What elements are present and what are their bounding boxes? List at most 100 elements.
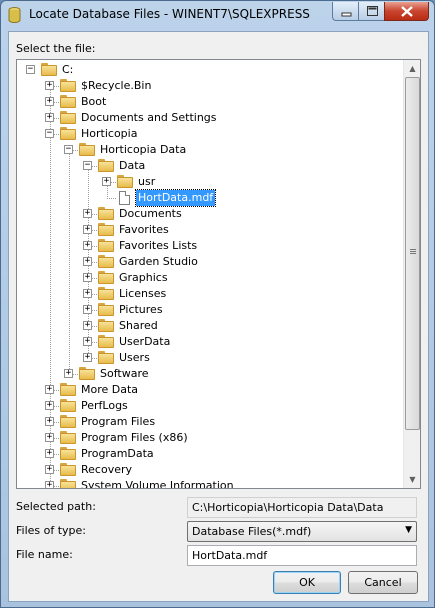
scroll-up-button[interactable]: ▲ bbox=[404, 60, 420, 77]
tree-item-label: UserData bbox=[119, 335, 171, 348]
expand-icon[interactable]: + bbox=[83, 241, 92, 250]
tree-item[interactable]: + Users bbox=[17, 350, 403, 366]
folder-icon bbox=[98, 319, 114, 332]
folder-icon bbox=[41, 63, 57, 76]
files-of-type-value: Database Files(*.mdf) bbox=[192, 525, 312, 538]
tree-item-label: System Volume Information bbox=[81, 479, 234, 488]
tree-item-label: HortData.mdf bbox=[134, 189, 217, 207]
folder-icon bbox=[60, 127, 76, 140]
scroll-thumb[interactable] bbox=[405, 77, 420, 430]
folder-icon bbox=[117, 175, 133, 188]
tree-item-label: Program Files bbox=[81, 415, 156, 428]
dialog-content: Select the file: − C: + $Recycle.Bin + Boot + D… bbox=[8, 31, 429, 602]
expand-icon[interactable]: + bbox=[102, 177, 111, 186]
collapse-icon[interactable]: − bbox=[83, 161, 92, 170]
chevron-down-icon: ▼ bbox=[405, 525, 412, 535]
expand-icon[interactable]: + bbox=[83, 209, 92, 218]
expand-icon[interactable]: + bbox=[83, 273, 92, 282]
tree-item[interactable]: + Pictures bbox=[17, 302, 403, 318]
tree-item[interactable]: + Graphics bbox=[17, 270, 403, 286]
tree-item-label: Documents bbox=[119, 207, 182, 220]
tree-item[interactable]: + Shared bbox=[17, 318, 403, 334]
tree-item[interactable]: + Favorites Lists bbox=[17, 238, 403, 254]
tree-item[interactable]: − Data bbox=[17, 158, 403, 174]
tree-item[interactable]: + Licenses bbox=[17, 286, 403, 302]
title-bar[interactable]: Locate Database Files - WINENT7\SQLEXPRE… bbox=[1, 1, 434, 29]
tree-item[interactable]: + More Data bbox=[17, 382, 403, 398]
tree-item-label: Data bbox=[119, 159, 146, 172]
cancel-button[interactable]: Cancel bbox=[348, 571, 418, 594]
tree-item[interactable]: + System Volume Information bbox=[17, 478, 403, 488]
tree-vertical-scrollbar[interactable]: ▲ ▼ bbox=[403, 60, 420, 488]
tree-item[interactable]: + PerfLogs bbox=[17, 398, 403, 414]
tree-item[interactable]: HortData.mdf bbox=[17, 189, 403, 207]
close-button[interactable] bbox=[384, 2, 429, 21]
tree-item[interactable]: − C: bbox=[17, 62, 403, 78]
expand-icon[interactable]: + bbox=[83, 337, 92, 346]
expand-icon[interactable]: + bbox=[45, 449, 54, 458]
expand-icon[interactable]: + bbox=[45, 385, 54, 394]
tree-item[interactable]: + Boot bbox=[17, 94, 403, 110]
expand-icon[interactable]: + bbox=[64, 369, 73, 378]
tree-item[interactable]: + UserData bbox=[17, 334, 403, 350]
tree-item[interactable]: + Software bbox=[17, 366, 403, 382]
tree-item-label: Recovery bbox=[81, 463, 133, 476]
tree-item[interactable]: + Documents and Settings bbox=[17, 110, 403, 126]
expand-icon[interactable]: + bbox=[83, 321, 92, 330]
maximize-button[interactable] bbox=[358, 2, 385, 21]
expand-icon[interactable]: + bbox=[45, 433, 54, 442]
folder-icon bbox=[60, 479, 76, 488]
folder-icon bbox=[60, 383, 76, 396]
expand-icon[interactable]: + bbox=[83, 225, 92, 234]
tree-item[interactable]: + Documents bbox=[17, 206, 403, 222]
folder-icon bbox=[98, 271, 114, 284]
collapse-icon[interactable]: − bbox=[26, 65, 35, 74]
expand-icon[interactable]: + bbox=[83, 289, 92, 298]
tree-item-label: $Recycle.Bin bbox=[81, 79, 152, 92]
tree-item[interactable]: + Recovery bbox=[17, 462, 403, 478]
folder-icon bbox=[60, 447, 76, 460]
scroll-down-button[interactable]: ▼ bbox=[404, 471, 420, 488]
expand-icon[interactable]: + bbox=[45, 401, 54, 410]
tree-item[interactable]: + Favorites bbox=[17, 222, 403, 238]
collapse-icon[interactable]: − bbox=[64, 145, 73, 154]
collapse-icon[interactable]: − bbox=[45, 129, 54, 138]
expand-icon[interactable]: + bbox=[83, 305, 92, 314]
grip-line bbox=[410, 251, 416, 252]
select-file-label: Select the file: bbox=[16, 42, 96, 55]
expand-icon[interactable]: + bbox=[83, 353, 92, 362]
tree-item[interactable]: + Program Files bbox=[17, 414, 403, 430]
tree-item-label: Software bbox=[100, 367, 149, 380]
ok-button[interactable]: OK bbox=[273, 571, 341, 594]
tree-item-label: Horticopia bbox=[81, 127, 138, 140]
selected-path-field: C:\Horticopia\Horticopia Data\Data bbox=[187, 497, 417, 518]
expand-icon[interactable]: + bbox=[45, 417, 54, 426]
tree-item-label: Program Files (x86) bbox=[81, 431, 188, 444]
folder-icon bbox=[98, 335, 114, 348]
tree-item[interactable]: − Horticopia Data bbox=[17, 142, 403, 158]
tree-item-label: Boot bbox=[81, 95, 107, 108]
folder-icon bbox=[98, 351, 114, 364]
tree-item[interactable]: + usr bbox=[17, 174, 403, 190]
tree-item[interactable]: − Horticopia bbox=[17, 126, 403, 142]
tree-item[interactable]: + $Recycle.Bin bbox=[17, 78, 403, 94]
expand-icon[interactable]: + bbox=[45, 113, 54, 122]
expand-icon[interactable]: + bbox=[83, 257, 92, 266]
grip-line bbox=[410, 253, 416, 254]
expand-icon[interactable]: + bbox=[45, 481, 54, 488]
database-icon bbox=[8, 7, 21, 23]
files-of-type-dropdown[interactable]: Database Files(*.mdf) ▼ bbox=[187, 521, 417, 542]
file-tree[interactable]: − C: + $Recycle.Bin + Boot + Documents and Sett… bbox=[16, 59, 421, 489]
folder-icon bbox=[98, 159, 114, 172]
tree-item-label: Users bbox=[119, 351, 150, 364]
close-icon bbox=[401, 6, 413, 17]
minimize-button[interactable] bbox=[332, 2, 359, 21]
expand-icon[interactable]: + bbox=[45, 97, 54, 106]
expand-icon[interactable]: + bbox=[45, 81, 54, 90]
tree-item[interactable]: + ProgramData bbox=[17, 446, 403, 462]
tree-item[interactable]: + Program Files (x86) bbox=[17, 430, 403, 446]
file-name-input[interactable] bbox=[187, 545, 417, 566]
tree-item[interactable]: + Garden Studio bbox=[17, 254, 403, 270]
expand-icon[interactable]: + bbox=[45, 465, 54, 474]
tree-item-label: Garden Studio bbox=[119, 255, 198, 268]
